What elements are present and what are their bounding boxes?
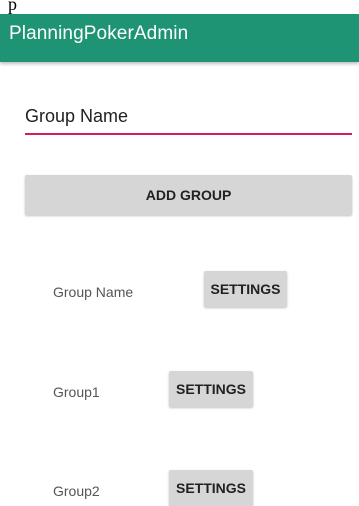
- group-row-label: Group2: [53, 483, 100, 499]
- add-group-button[interactable]: ADD GROUP: [25, 175, 352, 215]
- settings-button[interactable]: SETTINGS: [204, 271, 287, 307]
- settings-button[interactable]: SETTINGS: [169, 470, 253, 506]
- app-bar: PlanningPokerAdmin: [0, 14, 359, 62]
- group-name-input[interactable]: [25, 99, 352, 135]
- top-strip: p: [0, 0, 359, 14]
- page-caption: p: [8, 0, 17, 14]
- group-row-label: Group1: [53, 384, 100, 400]
- group-row-label: Group Name: [53, 284, 134, 300]
- settings-button[interactable]: SETTINGS: [169, 371, 253, 407]
- app-title: PlanningPokerAdmin: [9, 23, 189, 44]
